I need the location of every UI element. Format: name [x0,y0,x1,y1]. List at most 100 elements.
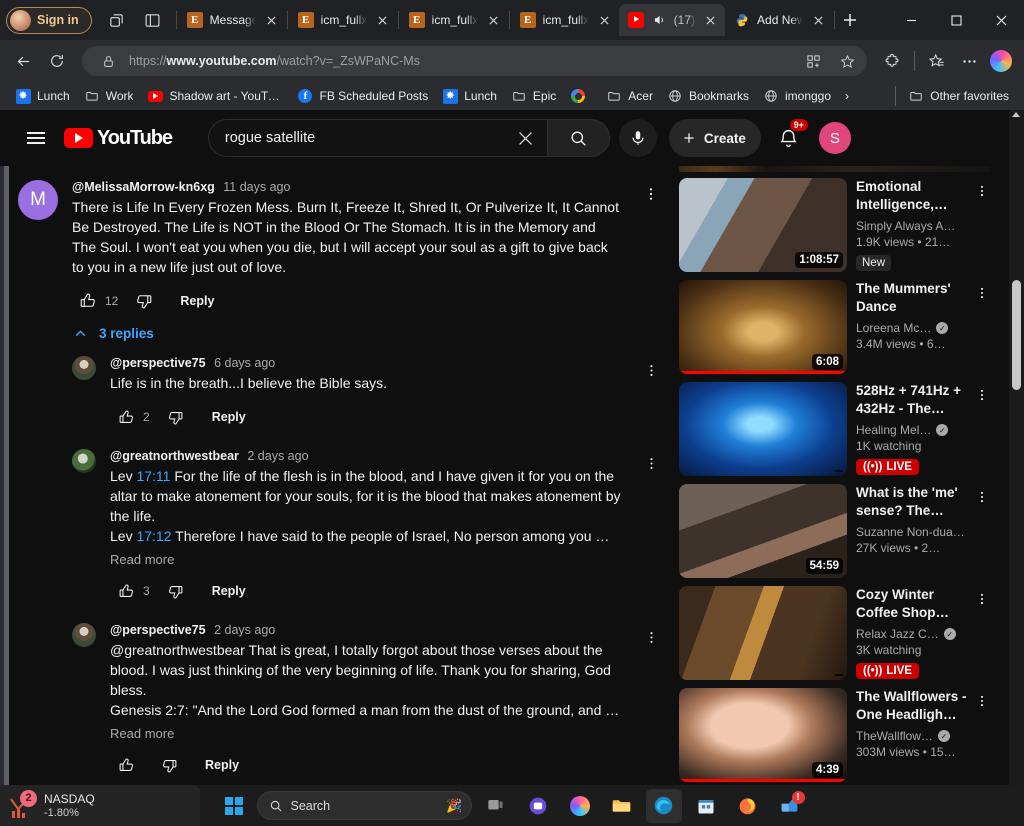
recommended-video-1[interactable]: 6:08 The Mummers' Dance Loreena Mc… ✓ 3.… [679,280,991,374]
like-icon[interactable] [110,401,142,433]
clear-search-icon[interactable] [511,123,541,153]
recommended-video-2[interactable]: 528Hz + 741Hz + 432Hz - The… Healing Mel… [679,382,991,476]
bookmark-work[interactable]: Work [77,85,141,107]
like-icon[interactable] [72,285,104,317]
new-tab-button[interactable] [836,6,864,34]
browser-tab-1[interactable]: E icm_fullx [289,4,397,36]
verse-reference-link[interactable]: 17:11 [136,468,170,484]
video-title[interactable]: Cozy Winter Coffee Shop… [856,586,973,622]
comment-more-options-icon[interactable] [637,356,665,384]
reply-button[interactable]: Reply [193,752,251,778]
edge-icon[interactable] [645,788,682,823]
video-channel[interactable]: TheWallflow… ✓ [856,729,973,743]
bookmark-acer[interactable]: Acer [599,85,660,107]
browser-tab-3[interactable]: E icm_fullx [511,4,619,36]
video-channel[interactable]: Loreena Mc… ✓ [856,321,973,335]
tab-close-icon[interactable] [485,12,502,29]
split-screen-omnibox-icon[interactable] [800,48,826,74]
video-more-options-icon[interactable] [971,384,993,406]
verse-reference-link[interactable]: 17:12 [136,528,171,544]
video-thumbnail[interactable]: 6:08 [679,280,847,374]
bookmark-lunch-2[interactable]: Lunch [435,85,504,107]
bookmark-shadow-art[interactable]: Shadow art - YouTu... [140,85,290,107]
page-scrollbar[interactable] [1009,110,1024,785]
avatar[interactable] [72,356,96,380]
search-button[interactable] [547,119,610,157]
reply-button[interactable]: Reply [200,578,258,604]
reply-button[interactable]: Reply [200,404,258,430]
close-window-button[interactable] [979,0,1024,40]
voice-search-icon[interactable] [618,119,657,157]
bookmark-bookmarks[interactable]: Bookmarks [660,85,756,107]
bookmark-imonggo[interactable]: imonggo [756,85,838,107]
video-channel[interactable]: Simply Always A… [856,219,973,233]
video-more-options-icon[interactable] [971,282,993,304]
extensions-icon[interactable] [877,46,907,76]
bookmark-fb-scheduled-posts[interactable]: f FB Scheduled Posts [290,85,435,107]
notifications-bell-icon[interactable]: 9+ [769,118,809,158]
task-view-icon[interactable] [478,789,514,823]
recommended-video-0[interactable]: 1:08:57 Emotional Intelligence,… Simply … [679,178,991,272]
reply-button[interactable]: Reply [168,288,226,314]
video-channel[interactable]: Relax Jazz C… ✓ [856,627,973,641]
firefox-icon[interactable] [730,789,766,823]
other-favorites-button[interactable]: Other favorites [901,85,1016,107]
address-bar[interactable]: https://www.youtube.com/watch?v=_ZsWPaNC… [82,46,867,76]
bookmark-epic[interactable]: Epic [504,85,563,107]
avatar[interactable] [72,623,96,647]
comment-author[interactable]: @perspective75 [110,356,206,370]
video-title[interactable]: Emotional Intelligence,… [856,178,973,214]
bookmarks-overflow-chevron-icon[interactable]: › [838,86,856,106]
video-channel[interactable]: Suzanne Non-dua… [856,525,973,539]
video-thumbnail[interactable]: 54:59 [679,484,847,578]
video-title[interactable]: The Mummers' Dance [856,280,973,316]
taskbar-search-box[interactable]: Search 🎉 [256,791,472,820]
comment-author[interactable]: @MelissaMorrow-kn6xg [72,180,215,194]
avatar[interactable]: M [18,180,58,220]
profile-sign-in-button[interactable]: Sign in [6,6,92,34]
avatar[interactable] [72,449,96,473]
comment-author[interactable]: @greatnorthwestbear [110,449,239,463]
tab-audio-playing-icon[interactable] [651,12,667,28]
comment-more-options-icon[interactable] [637,449,665,477]
video-thumbnail[interactable]: 1:08:57 [679,178,847,272]
browser-tab-2[interactable]: E icm_fullx [400,4,508,36]
comment-author[interactable]: @perspective75 [110,623,206,637]
reload-button-icon[interactable] [42,46,72,76]
recommended-video-3[interactable]: 54:59 What is the 'me' sense? The… Suzan… [679,484,991,578]
browser-tab-youtube-active[interactable]: (17) [618,4,726,36]
browser-tab-5[interactable]: Add New [725,4,833,36]
start-button[interactable] [217,789,251,823]
settings-and-more-icon[interactable] [954,46,984,76]
youtube-logo[interactable]: YouTube [64,127,173,150]
video-more-options-icon[interactable] [971,180,993,202]
favorites-list-icon[interactable] [922,46,952,76]
comment-more-options-icon[interactable] [637,623,665,651]
read-more-button[interactable]: Read more [110,726,623,741]
like-icon[interactable] [110,575,142,607]
copilot-icon[interactable] [562,789,598,823]
scrollbar-thumb[interactable] [1012,280,1021,390]
tab-close-icon[interactable] [263,12,280,29]
browser-tab-0[interactable]: E Message [178,4,286,36]
bookmark-lunch-1[interactable]: Lunch [8,85,77,107]
recommended-video-4[interactable]: Cozy Winter Coffee Shop… Relax Jazz C… ✓… [679,586,991,680]
tab-close-icon[interactable] [810,12,827,29]
create-button[interactable]: Create [668,119,761,157]
split-screen-icon[interactable] [138,5,168,35]
account-avatar[interactable]: S [818,122,851,154]
maximize-button[interactable] [934,0,979,40]
back-button-icon[interactable] [8,46,38,76]
video-thumbnail[interactable] [679,382,847,476]
file-explorer-icon[interactable] [604,789,640,823]
bookmark-google[interactable] [563,85,599,107]
search-input[interactable] [224,130,505,146]
scroll-up-arrow-icon[interactable] [1012,112,1020,117]
recommended-video-5[interactable]: 4:39 The Wallflowers - One Headligh… The… [679,688,991,782]
tab-close-icon[interactable] [374,12,391,29]
add-favorite-star-icon[interactable] [834,48,860,74]
taskbar-news-widget[interactable]: 2 NASDAQ -1.80% [0,785,200,826]
dislike-icon[interactable] [153,749,185,781]
video-more-options-icon[interactable] [971,690,993,712]
comment-more-options-icon[interactable] [637,180,665,208]
